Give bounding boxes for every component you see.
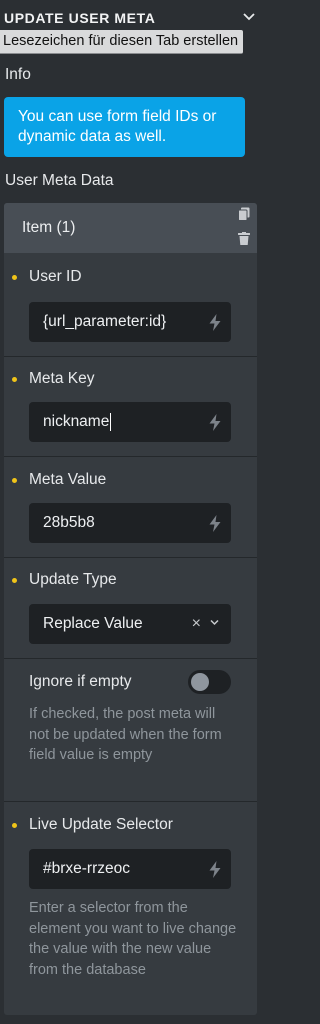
update-type-label: Update Type — [29, 571, 117, 588]
user-id-label: User ID — [29, 268, 82, 285]
user-meta-data-label: User Meta Data — [5, 172, 114, 189]
info-message-text: You can use form field IDs or dynamic da… — [18, 108, 217, 145]
meta-value-input[interactable]: 28b5b8 — [29, 503, 231, 543]
divider — [4, 801, 257, 802]
text-cursor — [110, 412, 112, 431]
field-indicator-dot — [12, 578, 17, 583]
meta-key-value: nickname — [43, 413, 110, 430]
divider — [4, 356, 257, 357]
update-type-select[interactable]: Replace Value × — [29, 604, 231, 644]
field-indicator-dot — [12, 823, 17, 828]
bolt-icon[interactable] — [209, 414, 221, 431]
copy-icon[interactable] — [238, 207, 250, 221]
repeater-item-title: Item (1) — [22, 219, 76, 236]
live-update-selector-value: #brxe-rrzeoc — [43, 860, 130, 877]
live-update-selector-label: Live Update Selector — [29, 816, 173, 833]
divider — [4, 658, 257, 659]
user-id-input[interactable]: {url_parameter:id} — [29, 302, 231, 342]
trash-icon[interactable] — [238, 232, 250, 245]
bookmark-tooltip: Lesezeichen für diesen Tab erstellen — [0, 30, 244, 54]
meta-value-label: Meta Value — [29, 471, 107, 488]
meta-value-value: 28b5b8 — [43, 514, 95, 531]
divider — [4, 456, 257, 457]
section-title: UPDATE USER META — [4, 10, 156, 26]
field-indicator-dot — [12, 275, 17, 280]
toggle-knob — [191, 673, 209, 691]
chevron-down-icon[interactable] — [210, 619, 219, 626]
clear-icon[interactable]: × — [192, 604, 201, 644]
bolt-icon[interactable] — [209, 861, 221, 878]
meta-key-input[interactable]: nickname — [29, 402, 231, 442]
field-indicator-dot — [12, 377, 17, 382]
ignore-if-empty-description: If checked, the post meta will not be up… — [29, 706, 222, 763]
bolt-icon[interactable] — [209, 515, 221, 532]
ignore-if-empty-label: Ignore if empty — [29, 673, 132, 690]
info-label: Info — [5, 66, 31, 83]
divider — [4, 557, 257, 558]
meta-key-label: Meta Key — [29, 370, 95, 387]
info-message-box: You can use form field IDs or dynamic da… — [4, 97, 245, 157]
bolt-icon[interactable] — [209, 314, 221, 331]
field-indicator-dot — [12, 478, 17, 483]
live-update-selector-description: Enter a selector from the element you wa… — [29, 900, 237, 978]
live-update-selector-input[interactable]: #brxe-rrzeoc — [29, 849, 231, 889]
chevron-down-icon[interactable] — [243, 12, 255, 22]
user-id-value: {url_parameter:id} — [43, 313, 167, 330]
update-type-selected: Replace Value — [43, 615, 143, 632]
